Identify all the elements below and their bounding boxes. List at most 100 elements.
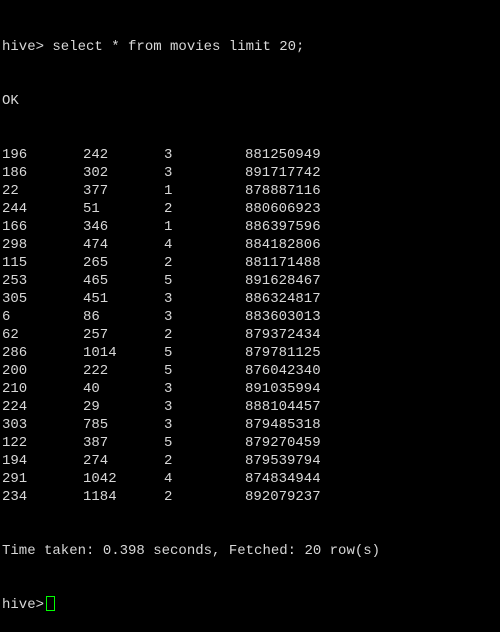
table-row: 224 29 3 888104457 <box>2 398 500 416</box>
table-cell: 2 <box>164 453 173 469</box>
table-cell: 886397596 <box>245 219 321 235</box>
table-cell: 234 <box>2 489 28 505</box>
table-cell: 40 <box>83 381 100 397</box>
terminal-window[interactable]: hive> select * from movies limit 20; OK … <box>0 0 500 613</box>
table-cell: 1042 <box>83 471 117 487</box>
table-cell: 2 <box>164 255 173 271</box>
table-cell: 880606923 <box>245 201 321 217</box>
table-cell: 200 <box>2 363 28 379</box>
cursor-icon <box>46 596 56 611</box>
table-cell: 879485318 <box>245 417 321 433</box>
table-row: 305 451 3 886324817 <box>2 290 500 308</box>
table-cell: 1 <box>164 219 173 235</box>
table-cell: 377 <box>83 183 109 199</box>
table-row: 122 387 5 879270459 <box>2 434 500 452</box>
table-cell: 346 <box>83 219 109 235</box>
table-cell: 883603013 <box>245 309 321 325</box>
table-cell: 222 <box>83 363 109 379</box>
table-cell: 3 <box>164 291 173 307</box>
table-cell: 884182806 <box>245 237 321 253</box>
table-cell: 302 <box>83 165 109 181</box>
table-cell: 286 <box>2 345 28 361</box>
table-cell: 876042340 <box>245 363 321 379</box>
table-cell: 22 <box>2 183 19 199</box>
table-cell: 2 <box>164 327 173 343</box>
table-cell: 298 <box>2 237 28 253</box>
table-cell: 891035994 <box>245 381 321 397</box>
table-cell: 291 <box>2 471 28 487</box>
table-cell: 3 <box>164 147 173 163</box>
table-cell: 3 <box>164 165 173 181</box>
table-row: 303 785 3 879485318 <box>2 416 500 434</box>
status-line: OK <box>2 93 19 109</box>
table-cell: 891628467 <box>245 273 321 289</box>
table-cell: 29 <box>83 399 100 415</box>
table-row: 196 242 3 881250949 <box>2 146 500 164</box>
table-row: 291 1042 4 874834944 <box>2 470 500 488</box>
table-cell: 878887116 <box>245 183 321 199</box>
table-cell: 1184 <box>83 489 117 505</box>
table-cell: 465 <box>83 273 109 289</box>
table-cell: 4 <box>164 471 173 487</box>
table-cell: 881250949 <box>245 147 321 163</box>
table-cell: 1014 <box>83 345 117 361</box>
table-row: 234 1184 2 892079237 <box>2 488 500 506</box>
table-row: 298 474 4 884182806 <box>2 236 500 254</box>
table-cell: 874834944 <box>245 471 321 487</box>
table-cell: 303 <box>2 417 28 433</box>
table-cell: 451 <box>83 291 109 307</box>
table-cell: 186 <box>2 165 28 181</box>
table-cell: 891717742 <box>245 165 321 181</box>
prompt-text: hive> <box>2 597 45 613</box>
table-row: 22 377 1 878887116 <box>2 182 500 200</box>
table-row: 194 274 2 879539794 <box>2 452 500 470</box>
table-row: 200 222 5 876042340 <box>2 362 500 380</box>
table-cell: 62 <box>2 327 19 343</box>
table-cell: 881171488 <box>245 255 321 271</box>
table-cell: 86 <box>83 309 100 325</box>
table-cell: 785 <box>83 417 109 433</box>
table-cell: 474 <box>83 237 109 253</box>
table-cell: 242 <box>83 147 109 163</box>
table-cell: 257 <box>83 327 109 343</box>
table-row: 210 40 3 891035994 <box>2 380 500 398</box>
table-cell: 6 <box>2 309 11 325</box>
table-cell: 879372434 <box>245 327 321 343</box>
table-cell: 879539794 <box>245 453 321 469</box>
table-cell: 387 <box>83 435 109 451</box>
table-cell: 5 <box>164 363 173 379</box>
table-cell: 4 <box>164 237 173 253</box>
prompt-line[interactable]: hive> <box>2 596 500 614</box>
table-row: 186 302 3 891717742 <box>2 164 500 182</box>
table-row: 115 265 2 881171488 <box>2 254 500 272</box>
table-cell: 892079237 <box>245 489 321 505</box>
table-cell: 879270459 <box>245 435 321 451</box>
table-cell: 224 <box>2 399 28 415</box>
table-cell: 1 <box>164 183 173 199</box>
table-cell: 210 <box>2 381 28 397</box>
table-cell: 265 <box>83 255 109 271</box>
summary-line: Time taken: 0.398 seconds, Fetched: 20 r… <box>2 543 381 559</box>
table-row: 6 86 3 883603013 <box>2 308 500 326</box>
command-line: hive> select * from movies limit 20; <box>2 39 305 55</box>
table-cell: 2 <box>164 489 173 505</box>
table-cell: 3 <box>164 417 173 433</box>
table-cell: 2 <box>164 201 173 217</box>
table-cell: 196 <box>2 147 28 163</box>
table-cell: 3 <box>164 381 173 397</box>
table-cell: 166 <box>2 219 28 235</box>
table-cell: 5 <box>164 435 173 451</box>
table-cell: 51 <box>83 201 100 217</box>
table-cell: 244 <box>2 201 28 217</box>
table-cell: 122 <box>2 435 28 451</box>
result-rows: 196 242 3 881250949 186 302 3 891717742 22 377 1 87… <box>2 146 500 506</box>
table-cell: 3 <box>164 309 173 325</box>
table-cell: 5 <box>164 345 173 361</box>
table-cell: 5 <box>164 273 173 289</box>
table-cell: 886324817 <box>245 291 321 307</box>
table-row: 244 51 2 880606923 <box>2 200 500 218</box>
table-row: 253 465 5 891628467 <box>2 272 500 290</box>
table-cell: 274 <box>83 453 109 469</box>
table-cell: 879781125 <box>245 345 321 361</box>
table-cell: 305 <box>2 291 28 307</box>
